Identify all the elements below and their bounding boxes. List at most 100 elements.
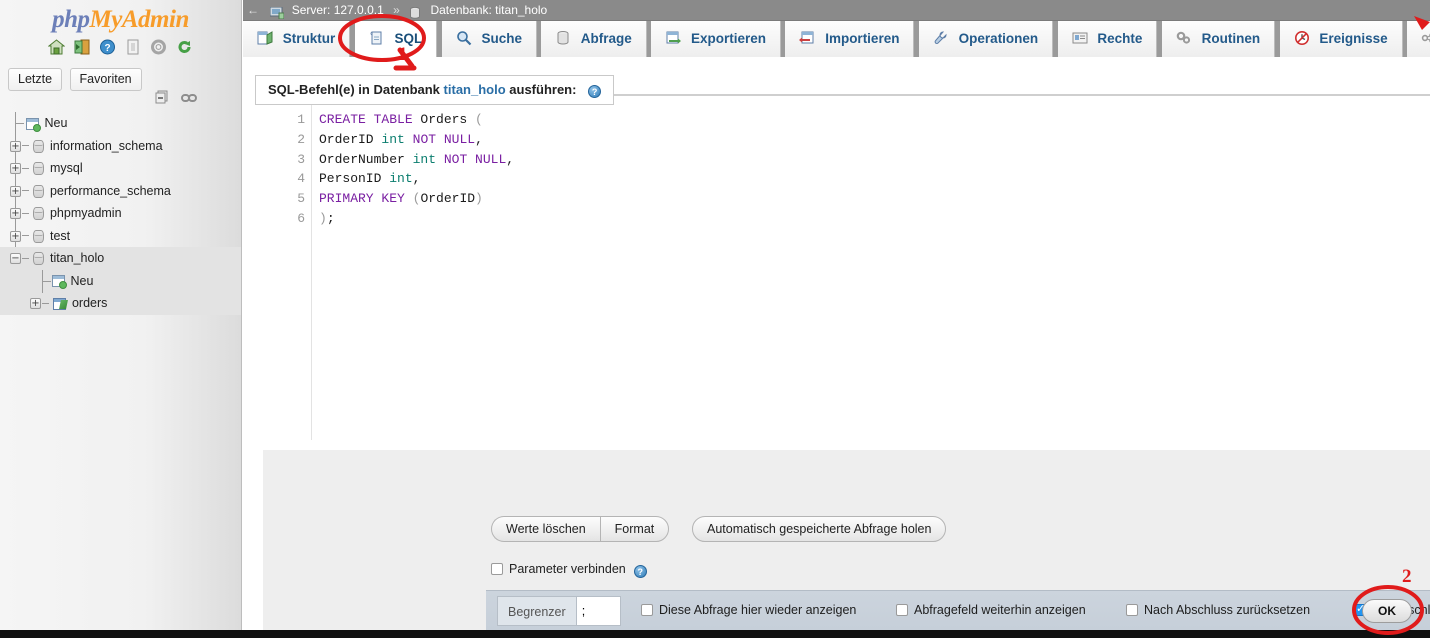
tree-item-orders[interactable]: + orders [0,281,241,315]
expand-toggle[interactable]: + [30,298,41,310]
line-number: 1 [297,112,305,127]
routines-icon [1176,24,1192,44]
tab-struktur[interactable]: Struktur [243,21,351,57]
back-arrow-icon[interactable]: ← [247,0,267,21]
line-number: 2 [297,131,305,147]
link-icon[interactable] [181,91,198,109]
new-table-icon [52,275,67,290]
tree-item-label: mysql [49,161,83,175]
breadcrumb-server[interactable]: Server: 127.0.0.1 [292,3,384,17]
favorites-tab[interactable]: Favoriten [69,68,142,91]
token: int [389,171,413,187]
tab-importieren[interactable]: Importieren [785,21,915,57]
line-number: 6 [297,210,305,226]
rollback-on-completion-checkbox-row[interactable]: Nach Abschluss zurücksetzen [1126,603,1310,617]
tab-sql[interactable]: SQL [354,21,438,57]
privileges-icon [1072,24,1088,44]
show-query-again-checkbox-row[interactable]: Diese Abfrage hier wieder anzeigen [641,603,856,617]
expand-toggle[interactable]: + [10,208,21,220]
token: ( [475,112,483,127]
help-icon[interactable]: ? [588,85,602,98]
ok-button[interactable]: OK [1362,599,1412,623]
bottom-black-strip [0,630,1430,638]
token: PersonID [319,171,390,187]
expand-toggle[interactable]: + [10,163,21,175]
rollback-on-completion-checkbox[interactable] [1126,604,1138,616]
tree-item-titan_holo[interactable]: − titan_holo [0,247,241,270]
keep-query-box-checkbox-row[interactable]: Abfragefeld weiterhin anzeigen [896,603,1086,617]
checkbox-label: Abfragefeld weiterhin anzeigen [914,603,1086,617]
breadcrumb-database[interactable]: Datenbank: titan_holo [430,3,547,17]
tree-item-test[interactable]: + test [0,225,241,248]
tab-label: Struktur [282,31,336,46]
checkbox-label: Diese Abfrage hier wieder anzeigen [659,603,857,617]
tab-ereignisse[interactable]: Ereignisse [1279,21,1403,57]
tab-label: Rechte [1097,31,1143,46]
editor-button-group: Werte löschen Format [491,516,670,542]
tree-item-performance_schema[interactable]: + performance_schema [0,180,241,203]
tree-item-neu[interactable]: Neu [0,112,241,135]
trigger-icon [1421,24,1430,43]
tab-rechte[interactable]: Rechte [1057,21,1158,57]
sidebar-collapse-row [155,90,215,110]
token: ) [319,210,327,226]
tree-item-label: test [49,228,71,243]
tab-suche[interactable]: Suche [441,21,537,57]
expand-toggle[interactable]: + [10,230,21,242]
refresh-icon[interactable] [176,39,193,55]
line-number: 5 [297,191,305,207]
code-line: 2 OrderID int NOT NULL, [263,130,514,150]
fetch-autosaved-query-button[interactable]: Automatisch gespeicherte Abfrage holen [692,516,947,542]
tree-item-information_schema[interactable]: + information_schema [0,135,241,158]
token: , [412,171,421,187]
settings-icon[interactable] [150,39,167,55]
tree-item-label: performance_schema [49,183,171,198]
clear-values-button[interactable]: Werte löschen [491,516,600,542]
token: ; [326,210,335,226]
structure-icon [257,24,273,45]
search-icon [456,24,472,46]
tab-trigger[interactable]: Trigger [1407,21,1430,57]
collapse-toggle[interactable]: − [10,253,21,265]
bind-parameters-checkbox[interactable] [491,563,503,575]
svg-text:?: ? [105,43,111,54]
docs-icon[interactable] [125,39,142,55]
delimiter-field-group: Begrenzer [497,596,621,626]
format-button[interactable]: Format [599,516,670,542]
recent-tab[interactable]: Letzte [8,68,63,91]
server-icon [269,5,285,20]
sql-editor[interactable]: 1 CREATE TABLE Orders ( 2 OrderID int NOT … [263,95,1430,440]
help-icon[interactable]: ? [633,565,647,578]
tree-item-titan_holo-neu[interactable]: Neu [0,269,241,292]
expand-toggle[interactable]: + [10,185,21,197]
tab-operationen[interactable]: Operationen [918,21,1054,57]
operations-icon [933,24,949,44]
main-content: ← Server: 127.0.0.1 » Datenbank: titan_h… [243,0,1430,638]
tree-item-mysql[interactable]: + mysql [0,157,241,180]
tree-item-label: phpmyadmin [49,206,122,220]
logout-icon[interactable] [74,39,91,55]
tab-routinen[interactable]: Routinen [1161,21,1276,57]
tab-exportieren[interactable]: Exportieren [651,21,781,57]
keep-query-box-checkbox[interactable] [896,604,908,616]
home-icon[interactable] [47,39,66,55]
tab-label: Exportieren [690,31,766,46]
phpmyadmin-logo[interactable]: phpMyAdmin [0,0,241,34]
logo-admin: Admin [121,6,189,33]
breadcrumb-separator: » [393,3,400,17]
show-query-again-checkbox[interactable] [641,604,653,616]
expand-toggle[interactable]: + [10,140,21,152]
sql-code: 1 CREATE TABLE Orders ( 2 OrderID int NOT … [263,110,514,229]
token: OrderID [319,131,382,147]
collapse-all-icon[interactable] [155,90,169,109]
tab-label: Importieren [825,31,900,46]
logo-my: My [89,6,123,33]
tab-abfrage[interactable]: Abfrage [541,21,647,57]
help-icon[interactable]: ? [99,39,116,55]
code-line: 6); [263,209,514,229]
delimiter-input[interactable] [575,596,621,626]
tree-item-label: titan_holo [49,251,105,265]
tree-item-phpmyadmin[interactable]: + phpmyadmin [0,202,241,225]
token: NOT NULL [412,131,476,147]
database-icon [409,5,423,19]
